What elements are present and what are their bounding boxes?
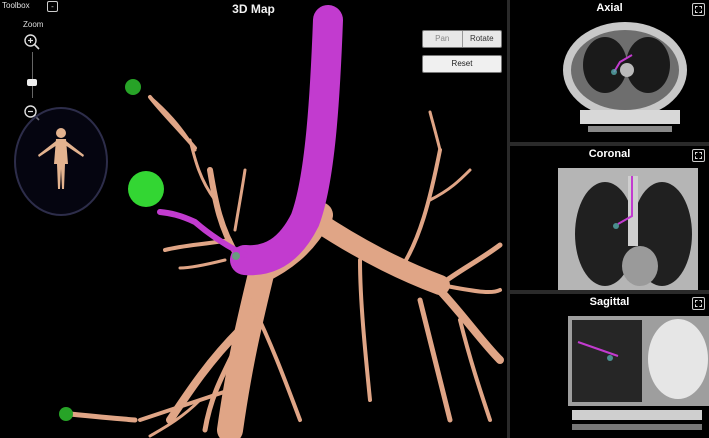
zoom-in-icon[interactable]: [23, 33, 41, 51]
toolbox-label: Toolbox: [2, 1, 30, 10]
target-lesion-marker[interactable]: [128, 171, 164, 207]
target-marker-upper[interactable]: [125, 79, 141, 95]
axial-title: Axial: [596, 2, 623, 14]
coronal-maximize-icon[interactable]: [692, 149, 705, 162]
coronal-ct-image: [558, 168, 698, 290]
target-marker-lower[interactable]: [59, 407, 73, 421]
axial-maximize-icon[interactable]: [692, 3, 705, 16]
rotate-button[interactable]: Rotate: [463, 31, 502, 47]
navigation-mode-toggle[interactable]: Pan Rotate: [422, 30, 502, 48]
panel-title: 3D Map: [232, 2, 275, 16]
airway-tree: [67, 95, 504, 438]
toolbox-toggle-button[interactable]: -: [47, 1, 58, 12]
sagittal-maximize-icon[interactable]: [692, 297, 705, 310]
axial-ct-image: [563, 22, 687, 132]
pan-button[interactable]: Pan: [423, 31, 463, 47]
sagittal-ct-image: [568, 316, 709, 430]
axial-view-panel[interactable]: Axial: [510, 0, 709, 142]
map-3d-panel[interactable]: 3D Map Toolbox - Zoom Pan Rotate Reset: [0, 0, 507, 438]
orientation-widget[interactable]: [14, 107, 108, 216]
scope-tip-marker: [232, 252, 240, 260]
coronal-view-panel[interactable]: Coronal: [510, 146, 709, 290]
zoom-slider-track[interactable]: [32, 52, 33, 98]
sagittal-view-panel[interactable]: Sagittal: [510, 294, 709, 438]
coronal-title: Coronal: [588, 148, 631, 160]
sagittal-title: Sagittal: [589, 296, 630, 308]
planned-path: [157, 5, 343, 276]
reset-button[interactable]: Reset: [422, 55, 502, 73]
zoom-slider-handle[interactable]: [27, 79, 37, 86]
human-figure-icon: [38, 128, 84, 189]
zoom-label: Zoom: [23, 20, 44, 29]
